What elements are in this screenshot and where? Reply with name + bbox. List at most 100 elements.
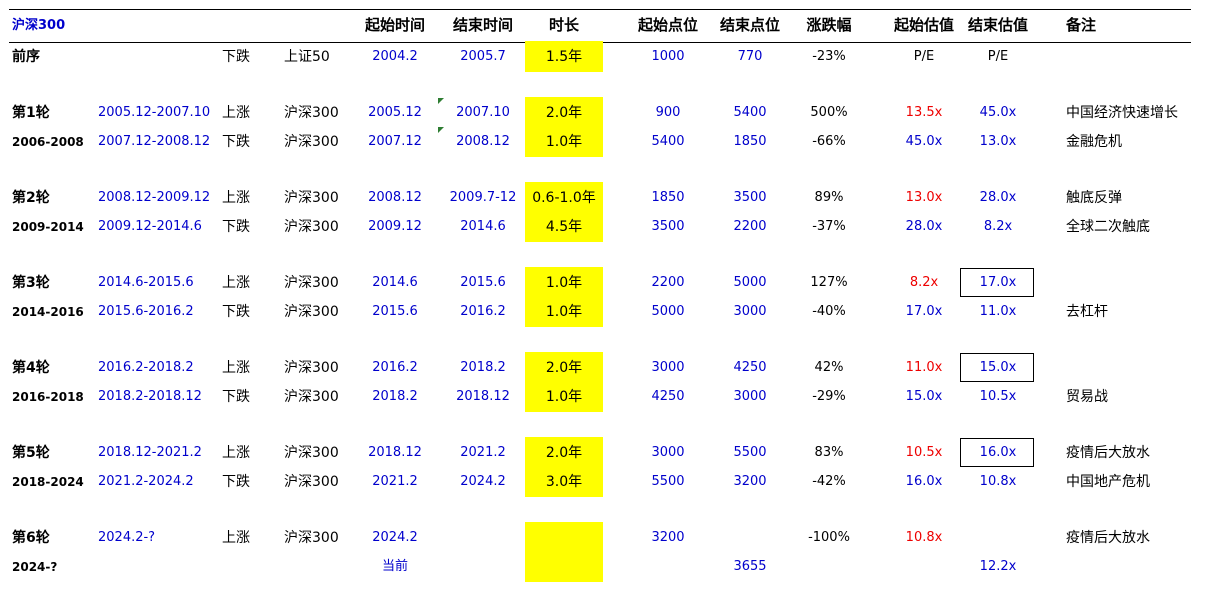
cell-round: 2006-2008	[12, 135, 84, 149]
cell-dir: 上涨	[222, 275, 250, 291]
cell-round: 第2轮	[12, 190, 50, 206]
cell-round: 前序	[12, 49, 40, 65]
cell-ep: 3200	[733, 474, 767, 489]
cell-dur: 2.0年	[545, 445, 583, 461]
cell-ev: 15.0x	[979, 360, 1017, 375]
cell-sv: 28.0x	[905, 219, 943, 234]
cell-period: 2018.12-2021.2	[98, 445, 202, 460]
cell-round: 2018-2024	[12, 475, 84, 489]
cell-start: 2005.12	[368, 105, 422, 120]
cell-sv: 10.5x	[905, 445, 943, 460]
cell-ep: 1850	[733, 134, 767, 149]
cell-sp: 5500	[651, 474, 685, 489]
cell-round: 2009-2014	[12, 220, 84, 234]
cell-start: 2024.2	[372, 530, 418, 545]
cell-note: 中国地产危机	[1066, 474, 1150, 490]
cell-sp: 1850	[651, 190, 685, 205]
cell-sv: 13.5x	[905, 105, 943, 120]
cell-start: 2008.12	[368, 190, 422, 205]
cell-ev: 8.2x	[983, 219, 1013, 234]
cell-dur: 3.0年	[545, 474, 583, 490]
col-header-end-point: 结束点位	[719, 16, 781, 34]
cell-dur: 2.0年	[545, 360, 583, 376]
cell-index: 上证50	[284, 49, 330, 65]
col-header-change: 涨跌幅	[806, 16, 852, 34]
cell-note: 疫情后大放水	[1066, 530, 1150, 546]
cell-round: 第4轮	[12, 360, 50, 376]
cell-ep: 5400	[733, 105, 767, 120]
cell-end: 2018.2	[460, 360, 506, 375]
cell-note: 全球二次触底	[1066, 219, 1150, 235]
cell-sp: 2200	[651, 275, 685, 290]
cell-chg: 83%	[814, 445, 844, 460]
col-header-start-valuation: 起始估值	[893, 16, 955, 34]
cell-index: 沪深300	[284, 360, 339, 376]
cell-ep: 770	[737, 49, 763, 64]
cell-sv: P/E	[913, 49, 935, 64]
cell-dur: 0.6-1.0年	[532, 190, 596, 206]
col-header-duration: 时长	[548, 16, 580, 34]
cell-sp: 900	[655, 105, 681, 120]
col-header-note: 备注	[1066, 16, 1097, 34]
cell-dur: 2.0年	[545, 105, 583, 121]
cell-ep: 5000	[733, 275, 767, 290]
cell-round: 2014-2016	[12, 305, 84, 319]
cell-ev: P/E	[987, 49, 1009, 64]
cell-ev: 17.0x	[979, 275, 1017, 290]
cell-dir: 上涨	[222, 360, 250, 376]
col-header-end-valuation: 结束估值	[967, 16, 1029, 34]
cell-ev: 16.0x	[979, 445, 1017, 460]
cell-end: 2016.2	[460, 304, 506, 319]
cell-ep: 3655	[733, 559, 767, 574]
cell-end: 2009.7-12	[449, 190, 517, 205]
cell-sv: 45.0x	[905, 134, 943, 149]
cell-sp: 3000	[651, 360, 685, 375]
cell-sv: 15.0x	[905, 389, 943, 404]
cell-sp: 3000	[651, 445, 685, 460]
cell-start: 2004.2	[372, 49, 418, 64]
cell-period: 2008.12-2009.12	[98, 190, 211, 205]
cell-start: 2021.2	[372, 474, 418, 489]
cell-chg: 500%	[810, 105, 848, 120]
cell-period: 2015.6-2016.2	[98, 304, 194, 319]
cell-start: 2016.2	[372, 360, 418, 375]
cell-dir: 上涨	[222, 530, 250, 546]
cell-end: 2007.10	[456, 105, 510, 120]
cell-chg: -29%	[812, 389, 846, 404]
cell-dir: 下跌	[222, 304, 250, 320]
cell-index: 沪深300	[284, 105, 339, 121]
cell-round: 第1轮	[12, 105, 50, 121]
cell-dir: 下跌	[222, 219, 250, 235]
cell-dur: 1.5年	[545, 49, 583, 65]
cell-end: 2018.12	[456, 389, 510, 404]
cell-end: 2005.7	[460, 49, 506, 64]
comment-indicator-icon	[438, 98, 444, 104]
cell-index: 沪深300	[284, 445, 339, 461]
cell-ep: 5500	[733, 445, 767, 460]
cell-start: 当前	[381, 559, 409, 574]
cell-sp: 1000	[651, 49, 685, 64]
cell-dir: 上涨	[222, 445, 250, 461]
cell-ev: 10.5x	[979, 389, 1017, 404]
cell-sp: 4250	[651, 389, 685, 404]
cell-index: 沪深300	[284, 275, 339, 291]
cell-index: 沪深300	[284, 219, 339, 235]
cell-chg: 127%	[810, 275, 848, 290]
cell-end: 2024.2	[460, 474, 506, 489]
cell-round: 第5轮	[12, 445, 50, 461]
cell-ev: 13.0x	[979, 134, 1017, 149]
cell-ev: 45.0x	[979, 105, 1017, 120]
cell-start: 2015.6	[372, 304, 418, 319]
cell-round: 第6轮	[12, 530, 50, 546]
cell-period: 2024.2-?	[98, 530, 156, 545]
cell-period: 2016.2-2018.2	[98, 360, 194, 375]
cell-period: 2005.12-2007.10	[98, 105, 211, 120]
cell-note: 金融危机	[1066, 134, 1122, 150]
cell-dur: 1.0年	[545, 275, 583, 291]
cell-period: 2018.2-2018.12	[98, 389, 202, 404]
cell-sv: 17.0x	[905, 304, 943, 319]
col-header-start-point: 起始点位	[637, 16, 699, 34]
cell-dur: 1.0年	[545, 134, 583, 150]
comment-indicator-icon	[438, 127, 444, 133]
cell-chg: -42%	[812, 474, 846, 489]
